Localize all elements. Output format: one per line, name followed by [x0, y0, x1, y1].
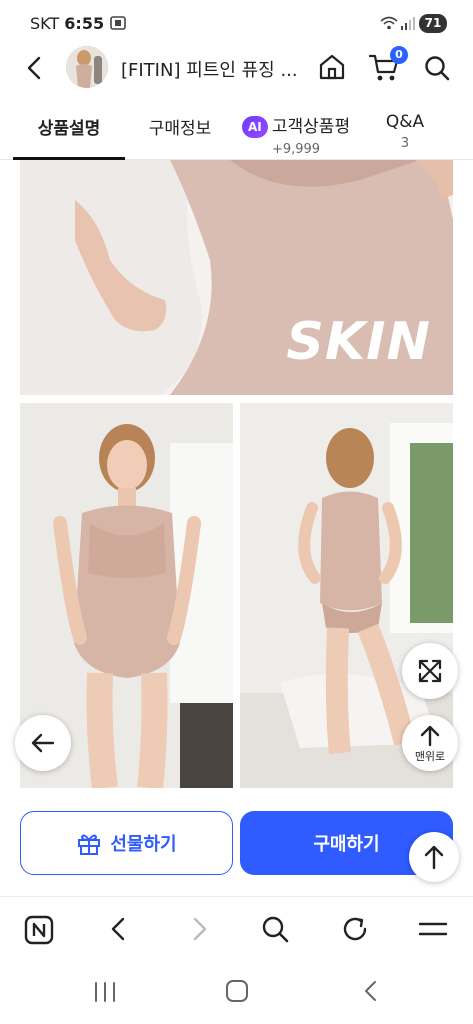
- tab-qna[interactable]: Q&A 3: [375, 112, 435, 151]
- scroll-up-button[interactable]: [409, 832, 459, 882]
- browser-back-icon[interactable]: [105, 915, 133, 943]
- page-title: [FITIN] 피트인 퓨징 ...: [121, 60, 298, 81]
- skin-overlay-text: SKIN: [286, 312, 431, 372]
- app-header: [FITIN] 피트인 퓨징 ... 0: [0, 46, 473, 90]
- browser-forward-icon[interactable]: [185, 915, 213, 943]
- review-count: +9,999: [271, 142, 321, 157]
- qna-count: 3: [400, 136, 410, 151]
- gift-icon: [78, 834, 101, 855]
- recent-apps-icon[interactable]: [92, 980, 118, 1004]
- arrow-left-icon: [31, 733, 55, 753]
- wifi-icon: [380, 16, 398, 30]
- product-thumbnail: [66, 46, 108, 88]
- browser-toolbar: [0, 896, 473, 960]
- signal-icon: [401, 17, 415, 30]
- back-nav-icon[interactable]: [358, 978, 384, 1004]
- back-icon[interactable]: [22, 55, 48, 81]
- browser-search-icon[interactable]: [260, 914, 290, 944]
- product-tabs: 상품설명 구매정보 AI 고객상품평 +9,999 Q&A 3: [0, 100, 473, 160]
- battery-indicator: 71: [419, 14, 447, 33]
- scroll-top-button[interactable]: 맨위로: [402, 715, 458, 771]
- screenshot-icon: [110, 16, 126, 30]
- search-icon[interactable]: [423, 54, 451, 82]
- arrow-up-icon: [420, 725, 440, 747]
- tab-description[interactable]: 상품설명: [13, 114, 125, 139]
- system-navigation-bar: [0, 960, 473, 1024]
- home-icon[interactable]: [318, 53, 346, 81]
- gift-button[interactable]: 선물하기: [20, 811, 233, 875]
- tab-purchase-info[interactable]: 구매정보: [130, 114, 230, 139]
- status-time: SKT 6:55: [30, 14, 105, 33]
- naver-icon[interactable]: [24, 915, 54, 945]
- expand-icon: [418, 659, 442, 683]
- ai-badge: AI: [241, 116, 268, 138]
- cart-count-badge: 0: [390, 46, 408, 64]
- tab-reviews[interactable]: AI 고객상품평 +9,999: [236, 112, 356, 157]
- prev-image-button[interactable]: [15, 715, 71, 771]
- home-nav-icon[interactable]: [224, 978, 250, 1004]
- status-bar: SKT 6:55 71: [0, 0, 473, 46]
- fullscreen-button[interactable]: [402, 643, 458, 699]
- menu-icon[interactable]: [418, 917, 448, 941]
- arrow-up-icon: [424, 845, 444, 870]
- refresh-icon[interactable]: [340, 914, 370, 944]
- product-image-skin: SKIN: [20, 160, 453, 395]
- scroll-top-label: 맨위로: [414, 750, 446, 763]
